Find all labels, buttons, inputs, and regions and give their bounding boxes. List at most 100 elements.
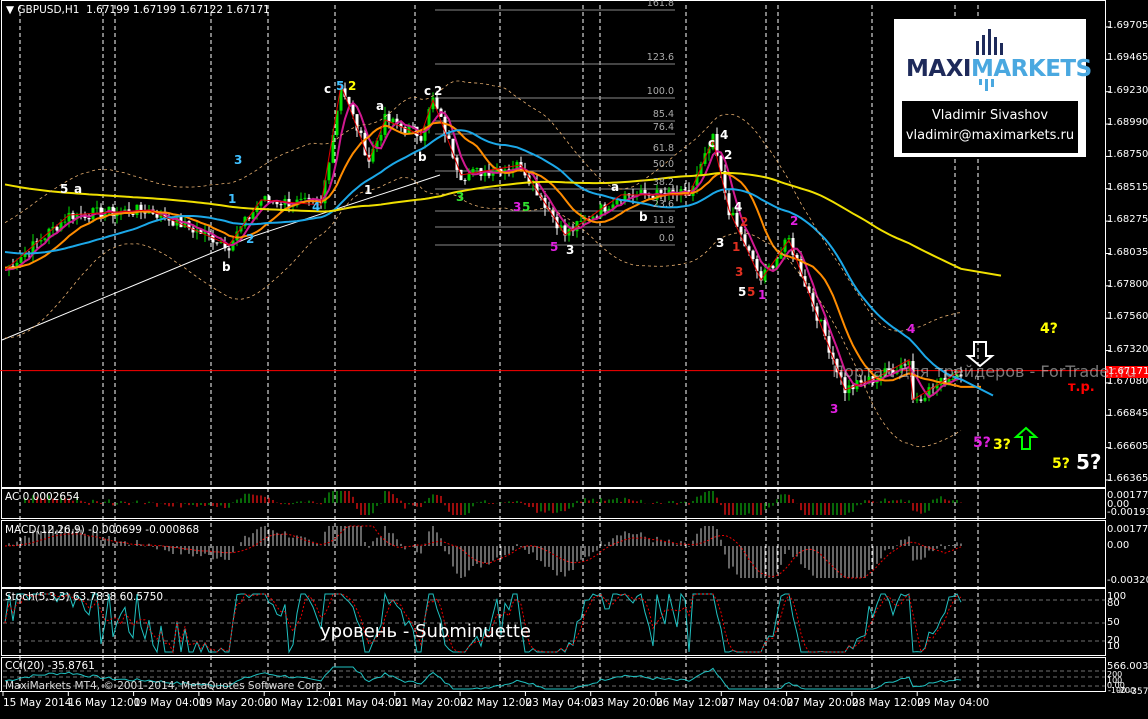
wave-label: c xyxy=(324,82,332,96)
wave-label: 5? xyxy=(1076,450,1102,474)
stoch-axis-10: 10 xyxy=(1107,641,1120,652)
target-zone-label: т.р. xyxy=(1068,380,1095,395)
fib-label: 50.0 xyxy=(652,159,674,170)
time-tick: 21 May 04:00 xyxy=(329,697,402,709)
wave-label: b xyxy=(222,260,231,274)
wave-label: 5? xyxy=(973,435,991,451)
candle-body xyxy=(447,135,451,139)
time-tick: 15 May 2014 xyxy=(3,697,72,709)
candle-body xyxy=(43,238,47,241)
ma-mid-line xyxy=(4,121,981,388)
time-tick: 20 May 12:00 xyxy=(264,697,337,709)
ma-fast-line xyxy=(4,101,962,399)
price-tick: 1.68275 xyxy=(1107,214,1148,226)
candle-body xyxy=(131,213,135,215)
candle-body xyxy=(659,190,663,193)
author-name: Vladimir Sivashov xyxy=(931,108,1049,123)
wave-label: 2 xyxy=(740,215,749,229)
wave-label: 2 xyxy=(434,84,443,98)
price-tick: 1.69465 xyxy=(1107,52,1148,64)
candle-body xyxy=(19,256,23,263)
candle-body xyxy=(359,130,363,133)
candle-body xyxy=(299,198,303,200)
cci-axis-min: -357 xyxy=(1128,687,1148,697)
stoch-axis-80: 80 xyxy=(1107,598,1120,609)
up-arrow-icon xyxy=(1013,426,1039,450)
candle-body xyxy=(95,207,99,209)
ac-axis-min: -0.001931 xyxy=(1107,507,1148,518)
copyright: MaxiMarkets MT4, © 2001-2014, MetaQuotes… xyxy=(5,680,326,692)
wave-label: 5? xyxy=(1052,456,1070,472)
author-box: Vladimir Sivashov vladimir@maximarkets.ru xyxy=(902,101,1078,153)
wave-label: 1 xyxy=(364,183,373,197)
wave-label: 4 xyxy=(734,200,743,214)
logo-text: MAXIMARKETS xyxy=(906,56,1092,82)
fib-label: 0.0 xyxy=(658,233,674,244)
wave-label: b xyxy=(418,150,427,164)
time-tick: 22 May 12:00 xyxy=(460,697,533,709)
price-tick: 1.67800 xyxy=(1107,278,1148,290)
candle-body xyxy=(751,250,755,260)
price-tick: 1.68035 xyxy=(1107,246,1148,258)
wave-label: 3 xyxy=(566,243,575,257)
candle-body xyxy=(819,319,823,321)
price-tick: 1.69230 xyxy=(1107,84,1148,96)
candle-body xyxy=(279,204,283,206)
fib-label: 123.6 xyxy=(646,52,674,63)
ac-label: AC 0.0002654 xyxy=(5,491,80,503)
watermark: Портал для трейдеров - ForTrader.ru xyxy=(832,362,1137,381)
wave-label: 2 xyxy=(246,232,255,246)
cci-label: CCI(20) -35.8761 xyxy=(5,660,95,672)
price-tick: 1.68990 xyxy=(1107,117,1148,129)
wave-label: a xyxy=(611,180,620,194)
time-tick: 26 May 12:00 xyxy=(656,697,729,709)
candle-body xyxy=(227,248,231,251)
time-tick: 27 May 20:00 xyxy=(786,697,859,709)
candle-body xyxy=(615,200,619,205)
wave-label: 4 xyxy=(720,128,729,142)
candle-body xyxy=(771,265,775,269)
wave-label: c xyxy=(708,136,716,150)
candle-body xyxy=(747,246,751,251)
fib-label: 61.8 xyxy=(652,143,674,154)
candle-body xyxy=(351,104,355,115)
candle-body xyxy=(579,220,583,222)
candle-body xyxy=(379,134,383,141)
candle-body xyxy=(71,212,75,219)
zigzag-line xyxy=(4,82,962,401)
time-tick: 23 May 04:00 xyxy=(525,697,598,709)
time-tick: 16 May 12:00 xyxy=(68,697,141,709)
ohlc: 1.67199 1.67199 1.67122 1.67171 xyxy=(86,4,270,16)
fib-label: 38.2 xyxy=(652,177,674,188)
fib-label: 76.4 xyxy=(652,122,674,133)
fib-label: 11.8 xyxy=(652,215,674,226)
wave-label: 4 xyxy=(312,200,321,214)
candle-body xyxy=(307,197,311,199)
wave-label: 2 xyxy=(724,148,733,162)
wave-label: 5 xyxy=(738,285,747,299)
price-tick: 1.66845 xyxy=(1107,408,1148,420)
wave-label: 1 xyxy=(228,192,237,206)
author-email: vladimir@maximarkets.ru xyxy=(905,128,1075,143)
fib-label: 100.0 xyxy=(646,86,674,97)
stoch-axis-50: 50 xyxy=(1107,617,1120,628)
wave-label: 5 xyxy=(550,240,559,254)
wave-label: 3 xyxy=(735,265,744,279)
time-tick: 19 May 20:00 xyxy=(198,697,271,709)
candle-body xyxy=(215,242,219,244)
wave-label: 5 xyxy=(60,182,69,196)
candle-body xyxy=(919,399,923,401)
candle-body xyxy=(275,201,279,205)
time-tick: 21 May 20:00 xyxy=(394,697,467,709)
wave-label: 2 xyxy=(790,214,799,228)
time-tick: 28 May 12:00 xyxy=(851,697,924,709)
price-tick: 1.66605 xyxy=(1107,440,1148,452)
wave-label: 5 xyxy=(336,79,345,93)
macd-axis-min: -0.003201 xyxy=(1107,575,1148,586)
candle-body xyxy=(923,397,927,401)
ma-long-line xyxy=(4,171,1002,277)
candle-body xyxy=(475,168,479,170)
symbol-header: ▼ GBPUSD,H1 1.67199 1.67199 1.67122 1.67… xyxy=(6,4,270,16)
macd-axis-max: 0.00177 xyxy=(1107,524,1148,535)
candle-body xyxy=(63,221,67,223)
